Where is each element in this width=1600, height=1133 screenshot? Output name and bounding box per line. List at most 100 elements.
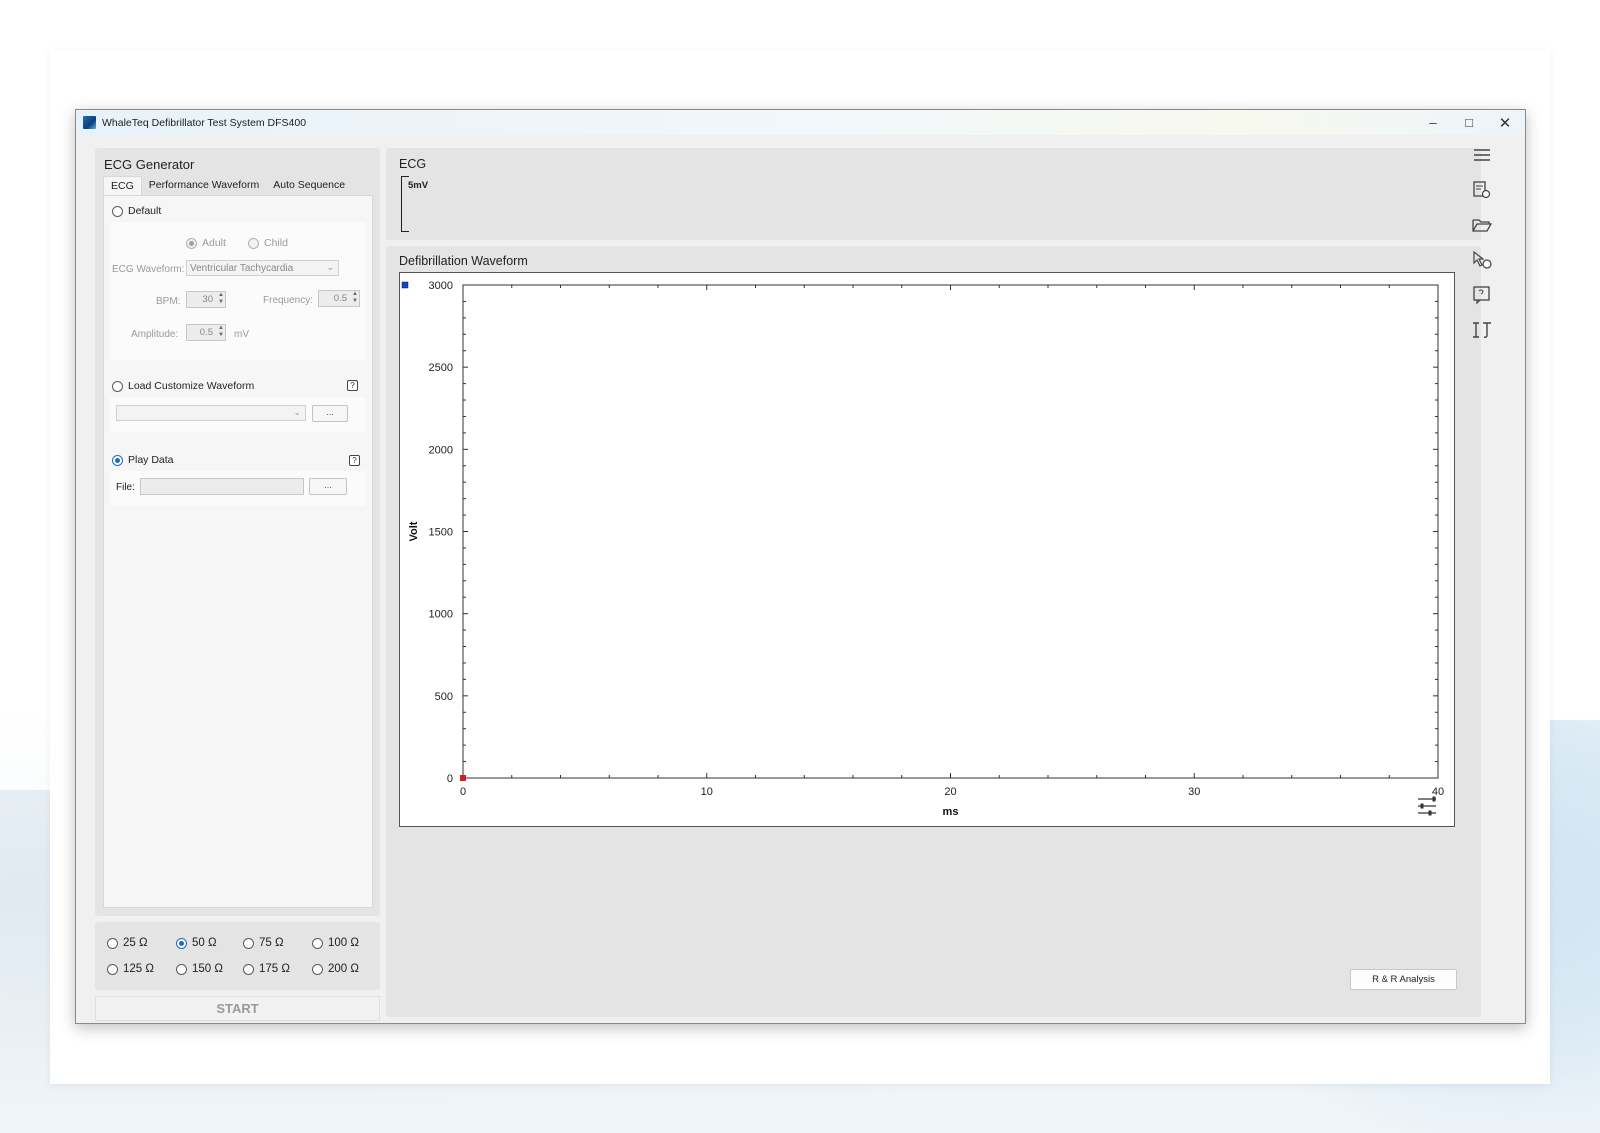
spin-arrows-icon[interactable]: ▲ ▼ bbox=[352, 291, 358, 305]
file-path-input[interactable] bbox=[140, 478, 304, 495]
ohm-option-100[interactable]: 100 Ω bbox=[312, 937, 359, 949]
tab-performance-waveform[interactable]: Performance Waveform bbox=[142, 176, 266, 196]
ohm-radio[interactable] bbox=[312, 937, 323, 949]
ecg-panel: ECG 5mV bbox=[386, 148, 1481, 240]
tab-content-ecg: Default Adult Child ECG Waveform: Ventri… bbox=[103, 195, 373, 908]
defibrillation-panel: Defibrillation Waveform 0 10 20 30 40 0 500 100… bbox=[386, 246, 1481, 1017]
help-document-icon[interactable] bbox=[1470, 284, 1494, 306]
y-tick-label: 0 bbox=[447, 773, 453, 785]
child-label: Child bbox=[264, 237, 288, 249]
y-tick-label: 2500 bbox=[429, 362, 453, 374]
chart-settings-icon[interactable] bbox=[1418, 796, 1436, 816]
play-data-option[interactable]: Play Data bbox=[112, 454, 174, 466]
amplitude-unit: mV bbox=[234, 329, 249, 340]
rr-analysis-button[interactable]: R & R Analysis bbox=[1350, 969, 1457, 990]
ohm-option-175[interactable]: 175 Ω bbox=[243, 963, 290, 975]
open-folder-icon[interactable] bbox=[1470, 214, 1494, 236]
y-tick-label: 3000 bbox=[429, 280, 453, 292]
data-marker bbox=[460, 775, 466, 781]
adult-radio[interactable] bbox=[186, 237, 197, 249]
cursor-settings-icon[interactable] bbox=[1470, 249, 1494, 271]
load-customize-label: Load Customize Waveform bbox=[128, 380, 255, 392]
panel-title: ECG Generator bbox=[104, 157, 195, 172]
child-option[interactable]: Child bbox=[248, 237, 288, 249]
custom-browse-button[interactable]: ... bbox=[312, 405, 348, 422]
frequency-spinbox[interactable]: 0.5 ▲ ▼ bbox=[318, 290, 360, 307]
ohm-option-50[interactable]: 50 Ω bbox=[176, 937, 217, 949]
play-data-box: File: ... bbox=[110, 471, 366, 506]
app-window: WhaleTeq Defibrillator Test System DFS40… bbox=[75, 109, 1526, 1024]
maximize-button[interactable]: □ bbox=[1451, 110, 1487, 135]
amplitude-spinbox[interactable]: 0.5 ▲ ▼ bbox=[186, 324, 226, 341]
minimize-button[interactable]: – bbox=[1415, 110, 1451, 135]
menu-icon[interactable] bbox=[1470, 144, 1494, 166]
default-settings-box: Adult Child ECG Waveform: Ventricular Ta… bbox=[110, 222, 366, 360]
default-label: Default bbox=[128, 205, 162, 217]
chevron-down-icon: ⌄ bbox=[326, 262, 334, 272]
ecg-waveform-label: ECG Waveform: bbox=[112, 264, 185, 275]
defib-chart-svg: 0 10 20 30 40 0 500 1000 1500 2000 2500 3000 ms Volt bbox=[401, 280, 1444, 818]
play-data-radio[interactable] bbox=[112, 454, 123, 466]
ohm-option-150[interactable]: 150 Ω bbox=[176, 963, 223, 975]
legend-marker bbox=[401, 281, 409, 289]
default-radio[interactable] bbox=[112, 205, 123, 217]
x-tick-label: 40 bbox=[1432, 786, 1444, 798]
load-customize-radio[interactable] bbox=[112, 380, 123, 392]
ohm-radio[interactable] bbox=[243, 963, 254, 975]
ecg-scale-label: 5mV bbox=[408, 180, 429, 191]
ohm-label: 175 Ω bbox=[259, 963, 290, 975]
x-axis-label: ms bbox=[943, 806, 959, 818]
report-settings-icon[interactable] bbox=[1470, 179, 1494, 201]
play-data-label: Play Data bbox=[128, 454, 174, 466]
start-button[interactable]: START bbox=[95, 996, 380, 1021]
ohm-radio[interactable] bbox=[176, 937, 187, 949]
bpm-value: 30 bbox=[202, 294, 213, 305]
ohm-radio[interactable] bbox=[243, 937, 254, 949]
ohm-label: 150 Ω bbox=[192, 963, 223, 975]
tab-auto-sequence[interactable]: Auto Sequence bbox=[266, 176, 352, 196]
ohm-option-25[interactable]: 25 Ω bbox=[107, 937, 148, 949]
file-browse-button[interactable]: ... bbox=[309, 478, 347, 495]
spin-arrows-icon[interactable]: ▲ ▼ bbox=[218, 325, 224, 339]
spin-arrows-icon[interactable]: ▲ ▼ bbox=[218, 292, 224, 306]
help-icon[interactable]: ? bbox=[349, 455, 360, 466]
window-title: WhaleTeq Defibrillator Test System DFS40… bbox=[102, 116, 307, 129]
y-tick-label: 1000 bbox=[429, 609, 453, 621]
defib-chart[interactable]: 0 10 20 30 40 0 500 1000 1500 2000 2500 3000 ms Volt bbox=[399, 272, 1455, 827]
default-option[interactable]: Default bbox=[112, 205, 161, 217]
bpm-spinbox[interactable]: 30 ▲ ▼ bbox=[186, 291, 226, 308]
ohm-label: 75 Ω bbox=[259, 937, 284, 949]
ohm-radio[interactable] bbox=[107, 963, 118, 975]
adult-option[interactable]: Adult bbox=[186, 237, 226, 249]
bpm-label: BPM: bbox=[156, 296, 181, 307]
load-customize-box: ⌄ ... bbox=[110, 397, 366, 432]
file-label: File: bbox=[116, 482, 135, 493]
y-tick-label: 500 bbox=[435, 691, 453, 703]
ecg-generator-panel: ECG Generator ECG Performance Waveform A… bbox=[95, 148, 380, 916]
y-tick-label: 1500 bbox=[429, 527, 453, 539]
title-bar: WhaleTeq Defibrillator Test System DFS40… bbox=[76, 110, 1525, 135]
ohm-radio[interactable] bbox=[176, 963, 187, 975]
ecg-waveform-value: Ventricular Tachycardia bbox=[190, 263, 294, 274]
adult-label: Adult bbox=[202, 237, 226, 249]
close-button[interactable]: ✕ bbox=[1487, 110, 1523, 135]
help-icon[interactable]: ? bbox=[347, 380, 358, 391]
ohm-option-125[interactable]: 125 Ω bbox=[107, 963, 154, 975]
child-radio[interactable] bbox=[248, 237, 259, 249]
ecg-waveform-select[interactable]: Ventricular Tachycardia ⌄ bbox=[186, 260, 339, 276]
measurement-icon[interactable] bbox=[1470, 319, 1494, 341]
ohm-option-75[interactable]: 75 Ω bbox=[243, 937, 284, 949]
tab-ecg[interactable]: ECG bbox=[103, 176, 142, 196]
frequency-value: 0.5 bbox=[333, 293, 347, 304]
load-customize-option[interactable]: Load Customize Waveform bbox=[112, 380, 254, 392]
ohm-radio[interactable] bbox=[107, 937, 118, 949]
ohm-label: 200 Ω bbox=[328, 963, 359, 975]
y-axis-label: Volt bbox=[408, 521, 420, 541]
generator-tabs: ECG Performance Waveform Auto Sequence bbox=[103, 176, 373, 196]
plot-area bbox=[462, 284, 1439, 779]
chevron-down-icon: ⌄ bbox=[293, 407, 301, 417]
defib-panel-title: Defibrillation Waveform bbox=[399, 254, 528, 268]
custom-waveform-select[interactable]: ⌄ bbox=[116, 405, 306, 421]
ohm-option-200[interactable]: 200 Ω bbox=[312, 963, 359, 975]
ohm-radio[interactable] bbox=[312, 963, 323, 975]
